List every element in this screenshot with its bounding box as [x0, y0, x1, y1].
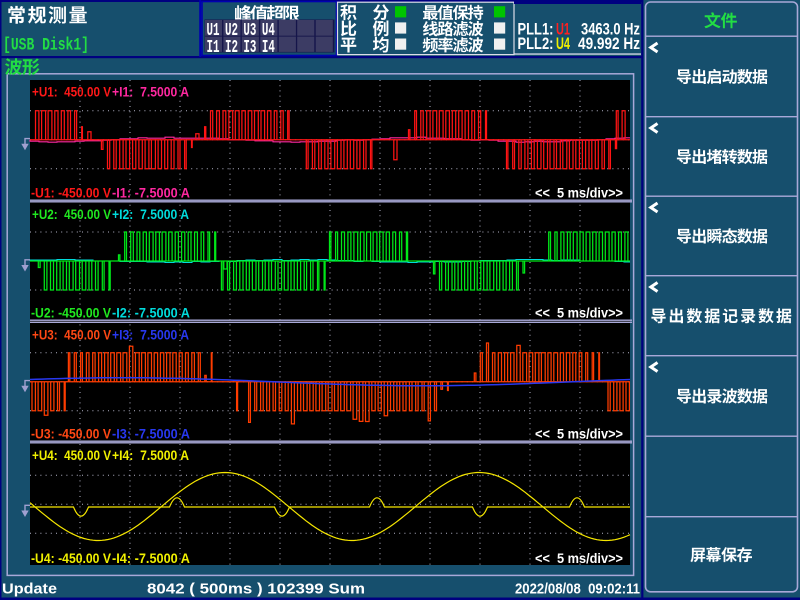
svg-text:+I2: 7.5000 A: +I2: 7.5000 A [112, 207, 189, 222]
svg-text:-I1: -7.5000 A: -I1: -7.5000 A [112, 186, 190, 201]
svg-text:<< 5 ms/div>>: << 5 ms/div>> [535, 306, 623, 321]
svg-text:-U1: -450.00 V: -U1: -450.00 V [31, 186, 111, 201]
svg-text:-I4: -7.5000 A: -I4: -7.5000 A [112, 551, 190, 566]
svg-text:49.992 Hz: 49.992 Hz [578, 35, 640, 53]
svg-text:+U4: 450.00 V: +U4: 450.00 V [32, 448, 111, 463]
svg-text:I1: I1 [207, 38, 220, 58]
svg-text:+I1: 7.5000 A: +I1: 7.5000 A [112, 85, 189, 100]
svg-text:+U2: 450.00 V: +U2: 450.00 V [32, 207, 111, 222]
svg-text:<< 5 ms/div>>: << 5 ms/div>> [535, 427, 623, 442]
svg-text:+U1: 450.00 V: +U1: 450.00 V [32, 85, 111, 100]
svg-text:8042 ( 500ms ) 102399 Sum: 8042 ( 500ms ) 102399 Sum [147, 582, 365, 598]
svg-text:[USB Disk1]: [USB Disk1] [3, 36, 89, 56]
svg-text:I4: I4 [262, 38, 275, 58]
svg-text:I3: I3 [243, 38, 256, 58]
svg-text:+U3: 450.00 V: +U3: 450.00 V [32, 328, 111, 343]
svg-text:+I3: 7.5000 A: +I3: 7.5000 A [112, 328, 189, 343]
svg-text:U4: U4 [556, 35, 571, 53]
svg-text:-U2: -450.00 V: -U2: -450.00 V [31, 306, 111, 321]
svg-text:2022/08/08 09:02:11: 2022/08/08 09:02:11 [515, 582, 640, 598]
svg-text:Update: Update [2, 582, 57, 598]
svg-text:+I4: 7.5000 A: +I4: 7.5000 A [112, 448, 189, 463]
svg-text:I2: I2 [225, 38, 238, 58]
svg-text:-I3: -7.5000 A: -I3: -7.5000 A [112, 427, 190, 442]
svg-text:-U4: -450.00 V: -U4: -450.00 V [31, 551, 111, 566]
svg-text:-U3: -450.00 V: -U3: -450.00 V [31, 427, 111, 442]
svg-text:<< 5 ms/div>>: << 5 ms/div>> [535, 551, 623, 566]
svg-text:<< 5 ms/div>>: << 5 ms/div>> [535, 186, 623, 201]
svg-text:PLL2:: PLL2: [518, 35, 554, 53]
svg-text:-I2: -7.5000 A: -I2: -7.5000 A [112, 306, 190, 321]
